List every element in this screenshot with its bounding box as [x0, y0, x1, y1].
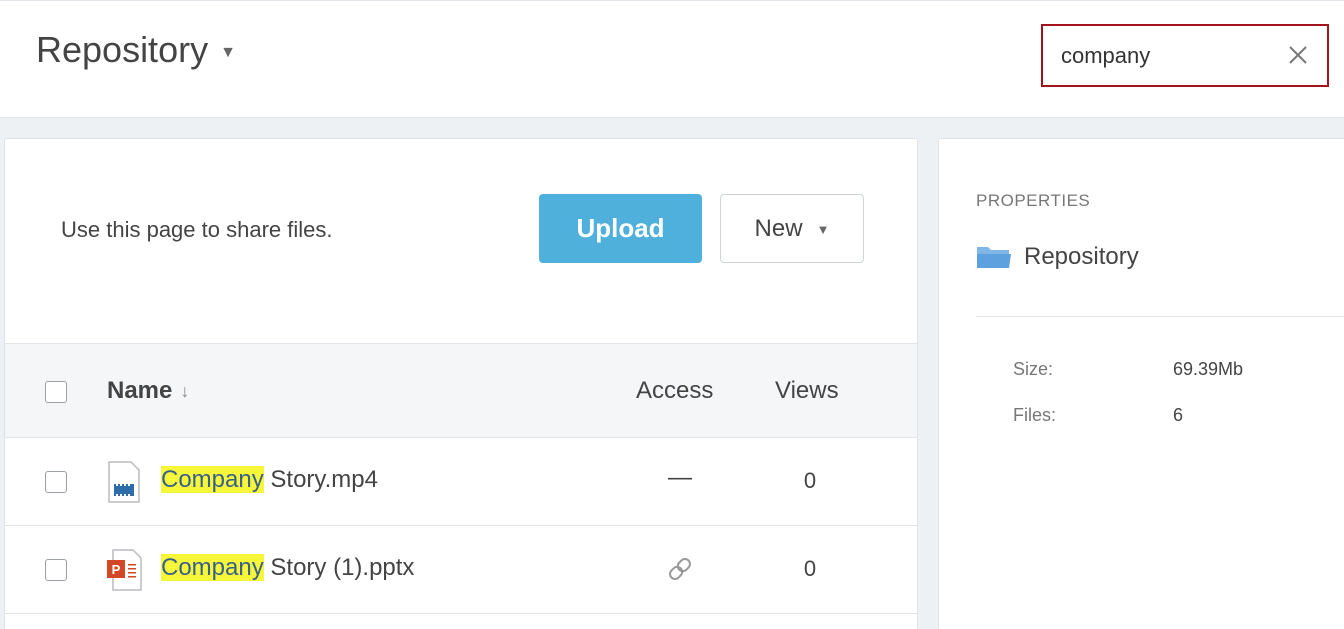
- chevron-down-icon: ▼: [220, 44, 236, 61]
- row-checkbox[interactable]: [45, 471, 67, 493]
- intro-text: Use this page to share files.: [61, 217, 333, 242]
- properties-folder: Repository: [976, 243, 1139, 271]
- file-name-rest: Story (1).pptx: [263, 554, 415, 581]
- close-icon[interactable]: [1283, 40, 1313, 70]
- column-header-name[interactable]: Name ↓: [107, 377, 189, 405]
- upload-button[interactable]: Upload: [539, 194, 702, 263]
- new-button-label: New: [754, 214, 803, 242]
- files-label: Files:: [1013, 405, 1057, 425]
- video-file-icon: [105, 460, 143, 504]
- properties-panel: PROPERTIES Repository Size: 69.39Mb File…: [938, 138, 1344, 629]
- column-header-views[interactable]: Views: [775, 377, 839, 405]
- repository-dropdown[interactable]: Repository ▼: [36, 29, 236, 71]
- views-value: 0: [803, 556, 817, 581]
- svg-text:P: P: [112, 562, 121, 577]
- properties-heading: PROPERTIES: [976, 191, 1091, 210]
- search-input[interactable]: [1043, 26, 1273, 85]
- files-value: 6: [1173, 405, 1184, 425]
- search-box: [1041, 24, 1329, 87]
- column-header-name-label: Name: [107, 377, 173, 404]
- row-checkbox[interactable]: [45, 559, 67, 581]
- select-all-checkbox[interactable]: [45, 381, 67, 403]
- top-bar: Repository ▼: [0, 0, 1344, 118]
- views-value: 0: [803, 468, 817, 493]
- folder-icon: [977, 247, 1011, 268]
- table-row[interactable]: P Company Story (1).pptx 0: [5, 526, 917, 614]
- file-name-link[interactable]: Company Story.mp4: [161, 466, 378, 494]
- column-header-access[interactable]: Access: [636, 377, 713, 405]
- file-name-rest: Story.mp4: [263, 466, 378, 493]
- table-row[interactable]: Company Story.mp4 — 0: [5, 438, 917, 526]
- new-button[interactable]: New ▼: [720, 194, 864, 263]
- chevron-down-icon: ▼: [816, 222, 830, 237]
- folder-name: Repository: [1024, 243, 1139, 270]
- sort-arrow-icon: ↓: [180, 380, 190, 401]
- file-name-link[interactable]: Company Story (1).pptx: [161, 554, 414, 582]
- size-value: 69.39Mb: [1173, 359, 1244, 379]
- table-header: Name ↓ Access Views: [5, 343, 917, 438]
- page-title: Repository: [36, 29, 209, 70]
- search-highlight: Company: [161, 466, 264, 493]
- size-label: Size:: [1013, 359, 1054, 379]
- search-highlight: Company: [161, 554, 264, 581]
- link-icon[interactable]: [665, 554, 695, 591]
- powerpoint-file-icon: P: [105, 548, 143, 592]
- files-panel: Use this page to share files. Upload New…: [4, 138, 918, 629]
- divider: [976, 316, 1344, 317]
- access-value: —: [668, 464, 692, 491]
